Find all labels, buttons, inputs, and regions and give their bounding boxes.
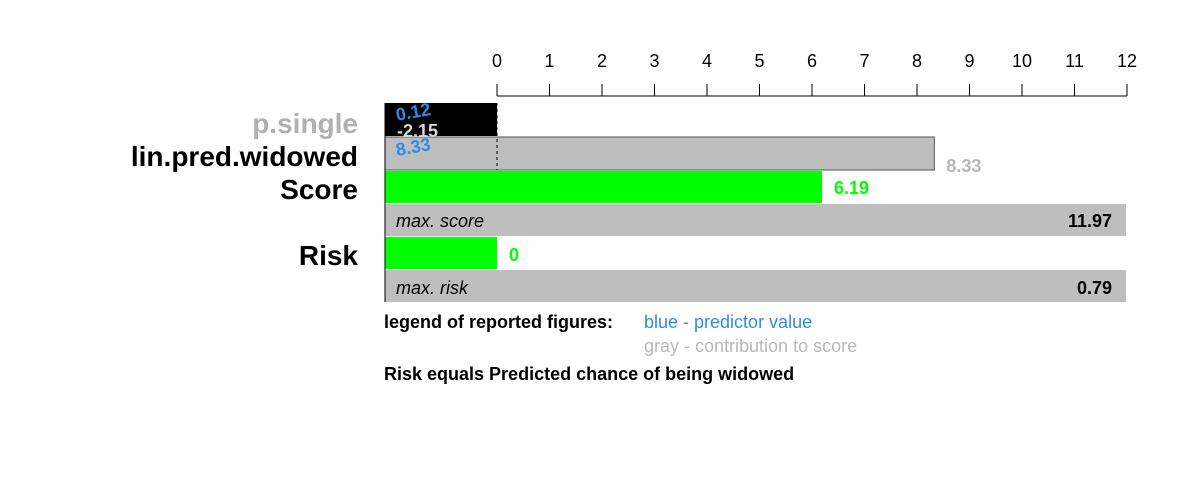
- score-bar: [385, 171, 822, 203]
- axis-tick-label: 0: [492, 51, 502, 71]
- max-score-panel: [385, 204, 1126, 236]
- axis-tick-label: 6: [807, 51, 817, 71]
- risk-value: 0: [509, 245, 519, 265]
- axis-tick-label: 3: [649, 51, 659, 71]
- x-axis: 0 1 2 3 4 5 6 7 8 9 10 11 12: [492, 51, 1137, 97]
- axis-tick-label: 10: [1012, 51, 1032, 71]
- lin-pred-widowed-label: lin.pred.widowed: [131, 141, 358, 172]
- lin-pred-contribution: 8.33: [946, 156, 981, 176]
- axis-tick-label: 1: [544, 51, 554, 71]
- legend-gray-text: gray - contribution to score: [644, 336, 857, 356]
- max-score-label: max. score: [396, 211, 484, 231]
- axis-tick-label: 4: [702, 51, 712, 71]
- p-single-label: p.single: [252, 108, 358, 139]
- risk-bar: [385, 237, 497, 269]
- legend-title: legend of reported figures:: [384, 312, 613, 332]
- max-risk-label: max. risk: [396, 278, 469, 298]
- bars-group: [384, 103, 1126, 302]
- axis-tick-label: 8: [912, 51, 922, 71]
- axis-tick-label: 7: [859, 51, 869, 71]
- axis-tick-label: 12: [1117, 51, 1137, 71]
- score-label: Score: [280, 174, 358, 205]
- risk-label: Risk: [299, 240, 359, 271]
- axis-tick-label: 5: [754, 51, 764, 71]
- max-risk-value: 0.79: [1077, 278, 1112, 298]
- legend-blue-text: blue - predictor value: [644, 312, 812, 332]
- axis-tick-label: 9: [964, 51, 974, 71]
- axis-tick-label: 11: [1065, 51, 1084, 71]
- axis-tick-label: 2: [597, 51, 607, 71]
- max-score-value: 11.97: [1068, 211, 1112, 231]
- max-risk-panel: [385, 270, 1126, 302]
- footnote: Risk equals Predicted chance of being wi…: [384, 364, 794, 384]
- score-value: 6.19: [834, 178, 869, 198]
- nomogram-chart: 0 1 2 3 4 5 6 7 8 9 10 11 12 p.single lin.pred.widow…: [131, 51, 1137, 384]
- lin-pred-bar: [384, 136, 935, 171]
